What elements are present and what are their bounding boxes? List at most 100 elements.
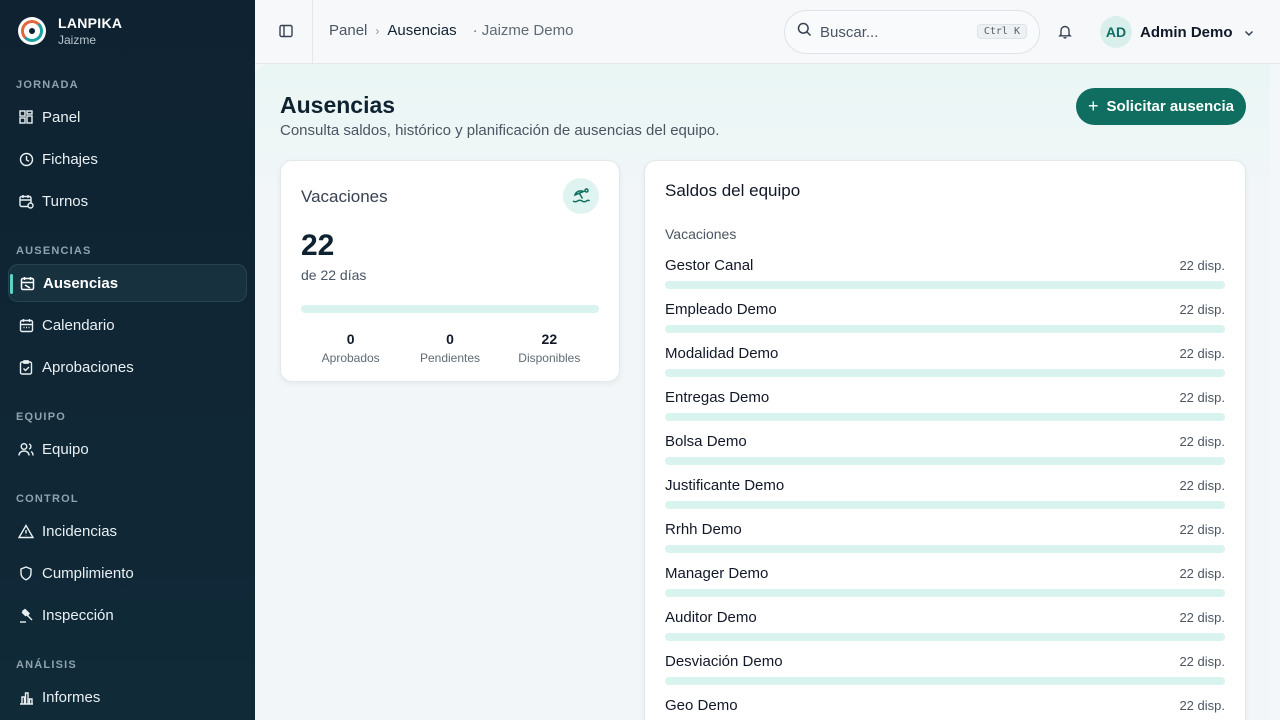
employee-name: Auditor Demo: [665, 609, 757, 626]
balance-group-label: Vacaciones: [665, 226, 737, 242]
balance-progress-bar: [665, 413, 1225, 421]
bar-chart-icon: [18, 689, 34, 705]
balance-progress-bar: [665, 457, 1225, 465]
calendar-icon: [18, 317, 34, 333]
stat-label: Aprobados: [321, 351, 380, 365]
balance-progress-bar: [665, 325, 1225, 333]
chevron-down-icon: [1243, 26, 1255, 38]
list-item: Gestor Canal 22 disp.: [665, 257, 1225, 301]
clipboard-check-icon: [18, 359, 34, 375]
list-item: Rrhh Demo 22 disp.: [665, 521, 1225, 565]
sidebar-item-label: Calendario: [42, 316, 115, 334]
balance-progress-bar: [665, 545, 1225, 553]
clock-icon: [18, 151, 34, 167]
available-days: 22 disp.: [1179, 258, 1225, 273]
sidebar-item-label: Aprobaciones: [42, 358, 134, 376]
employee-name: Entregas Demo: [665, 389, 770, 406]
breadcrumb-current: Ausencias: [387, 22, 457, 39]
users-icon: [18, 441, 34, 457]
available-days: 22 disp.: [1179, 302, 1225, 317]
available-days: 22 disp.: [1179, 566, 1225, 581]
list-item: Auditor Demo 22 disp.: [665, 609, 1225, 653]
vacation-progress-bar: [301, 305, 599, 313]
balance-progress-bar: [665, 369, 1225, 377]
employee-name: Manager Demo: [665, 565, 769, 582]
sidebar-item-panel[interactable]: Panel: [8, 98, 247, 136]
sidebar-item-aprobaciones[interactable]: Aprobaciones: [8, 348, 247, 386]
warning-icon: [18, 523, 34, 539]
search-input[interactable]: [820, 23, 970, 41]
available-days: 22 disp.: [1179, 478, 1225, 493]
sidebar-item-label: Incidencias: [42, 522, 118, 540]
sidebar-item-turnos[interactable]: Turnos: [8, 182, 247, 220]
avatar: AD: [1100, 16, 1132, 48]
brand-logo-icon: [18, 17, 46, 45]
bell-icon[interactable]: [1058, 24, 1074, 40]
sidebar-item-informes[interactable]: Informes: [8, 678, 247, 716]
team-balances-title: Saldos del equipo: [665, 181, 801, 200]
sidebar-item-inspeccion[interactable]: Inspección: [8, 596, 247, 634]
sidebar-item-label: Fichajes: [42, 150, 98, 168]
available-days: 22 disp.: [1179, 390, 1225, 405]
page-title: Ausencias: [280, 92, 396, 118]
balance-progress-bar: [665, 677, 1225, 685]
list-item: Bolsa Demo 22 disp.: [665, 433, 1225, 477]
sidebar-item-label: Inspección: [42, 606, 114, 624]
user-menu[interactable]: AD Admin Demo: [1100, 16, 1255, 48]
divider: [312, 0, 313, 64]
sidebar-item-fichajes[interactable]: Fichajes: [8, 140, 247, 178]
employee-name: Bolsa Demo: [665, 433, 747, 450]
employee-name: Gestor Canal: [665, 257, 754, 274]
user-name: Admin Demo: [1140, 23, 1233, 41]
sidebar-item-equipo[interactable]: Equipo: [8, 430, 247, 468]
vacation-available-days: 22: [301, 229, 335, 262]
available-days: 22 disp.: [1179, 522, 1225, 537]
available-days: 22 disp.: [1179, 698, 1225, 713]
brand[interactable]: LANPIKA Jaizme: [18, 15, 122, 47]
employee-name: Empleado Demo: [665, 301, 777, 318]
plus-icon: +: [1087, 96, 1099, 116]
brand-org: Jaizme: [58, 33, 97, 47]
sidebar-item-calendario[interactable]: Calendario: [8, 306, 247, 344]
dashboard-icon: [18, 109, 34, 125]
sidebar-item-ausencias[interactable]: Ausencias: [8, 264, 247, 302]
balance-progress-bar: [665, 501, 1225, 509]
search-shortcut: Ctrl K: [976, 24, 1027, 39]
sidebar-toggle-icon[interactable]: [279, 24, 295, 40]
calendar-off-icon: [19, 275, 35, 291]
available-days: 22 disp.: [1179, 610, 1225, 625]
stat-value: 22: [541, 331, 558, 347]
available-days: 22 disp.: [1179, 434, 1225, 449]
employee-name: Geo Demo: [665, 697, 738, 714]
list-item: Desviación Demo 22 disp.: [665, 653, 1225, 697]
list-item: Entregas Demo 22 disp.: [665, 389, 1225, 433]
nav-section-ausencias: AUSENCIAS: [16, 245, 92, 257]
nav-section-jornada: JORNADA: [16, 79, 79, 91]
brand-name: LANPIKA: [58, 15, 123, 31]
sidebar-item-cumplimiento[interactable]: Cumplimiento: [8, 554, 247, 592]
stat-available: 22 Disponibles: [500, 331, 599, 365]
vacation-total-days: de 22 días: [301, 267, 367, 283]
list-item: Modalidad Demo 22 disp.: [665, 345, 1225, 389]
stat-approved: 0 Aprobados: [301, 331, 400, 365]
page-subtitle: Consulta saldos, histórico y planificaci…: [280, 122, 720, 139]
available-days: 22 disp.: [1179, 346, 1225, 361]
available-days: 22 disp.: [1179, 654, 1225, 669]
employee-name: Justificante Demo: [665, 477, 785, 494]
sidebar: LANPIKA Jaizme JORNADA Panel Fichajes Tu…: [0, 0, 255, 720]
sidebar-item-incidencias[interactable]: Incidencias: [8, 512, 247, 550]
list-item: Empleado Demo 22 disp.: [665, 301, 1225, 345]
stat-label: Disponibles: [518, 351, 581, 365]
search-box[interactable]: Ctrl K: [784, 10, 1040, 54]
tenant-label: · Jaizme Demo: [472, 22, 574, 39]
shield-icon: [18, 565, 34, 581]
list-item: Geo Demo 22 disp.: [665, 697, 1225, 720]
breadcrumb-panel[interactable]: Panel: [329, 22, 367, 39]
employee-name: Desviación Demo: [665, 653, 783, 670]
search-icon: [797, 22, 812, 42]
employee-name: Rrhh Demo: [665, 521, 742, 538]
request-absence-button[interactable]: + Solicitar ausencia: [1076, 88, 1246, 125]
sidebar-item-label: Ausencias: [43, 274, 119, 292]
main-content: Ausencias Consulta saldos, histórico y p…: [255, 64, 1270, 720]
list-item: Manager Demo 22 disp.: [665, 565, 1225, 609]
